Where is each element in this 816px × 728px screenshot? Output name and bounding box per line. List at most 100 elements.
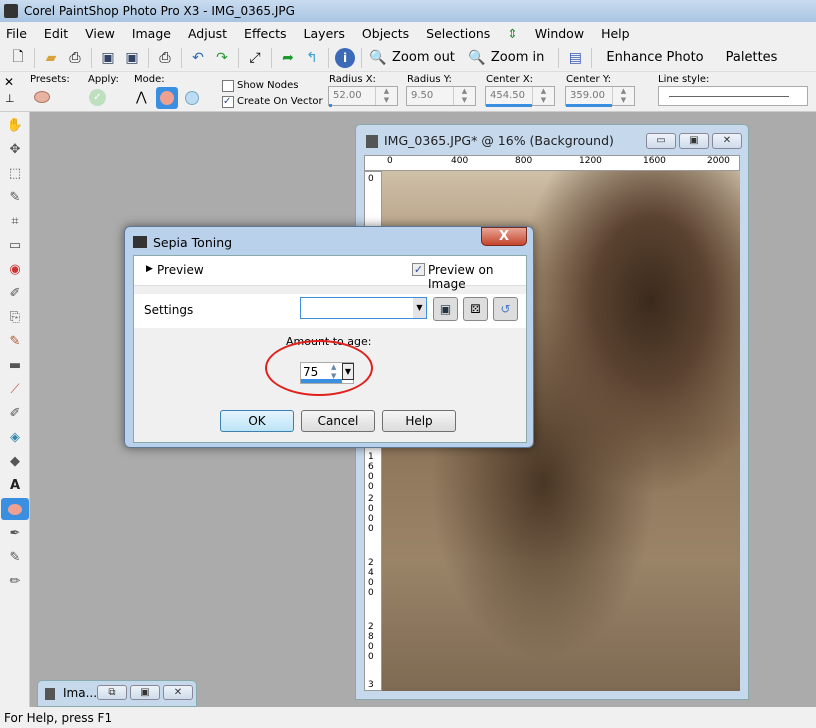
app-icon xyxy=(4,4,18,18)
scanner-icon[interactable]: ⎙ xyxy=(65,48,85,68)
arrow-back-icon[interactable]: ↰ xyxy=(302,48,322,68)
minimize-button[interactable]: ▭ xyxy=(646,133,676,149)
menu-file[interactable]: File xyxy=(6,26,27,41)
selection-icon[interactable]: ⬚ xyxy=(4,162,26,184)
dialog-icon xyxy=(133,236,147,248)
print-icon[interactable]: ⎙ xyxy=(155,48,175,68)
maximize-button[interactable]: ▣ xyxy=(679,133,709,149)
line-style-dropdown[interactable] xyxy=(658,86,808,106)
spin-arrows-icon[interactable]: ▲ ▼ xyxy=(375,87,397,105)
pen-icon[interactable]: ✒ xyxy=(4,522,26,544)
paint-brush-icon[interactable]: ✎ xyxy=(4,330,26,352)
save-preset-button[interactable]: ▣ xyxy=(433,297,458,321)
divider xyxy=(181,47,182,68)
zoom-out-button[interactable]: Zoom out xyxy=(392,50,455,65)
close-options-icon[interactable]: ✕ xyxy=(4,75,14,89)
mode-ellipse-icon[interactable] xyxy=(156,87,178,109)
straighten-icon[interactable]: ▭ xyxy=(4,234,26,256)
chevron-down-icon[interactable]: ▼ xyxy=(413,298,426,318)
center-x-slider[interactable] xyxy=(486,104,532,107)
menu-layers[interactable]: Layers xyxy=(304,26,345,41)
dropper-icon[interactable]: ✎ xyxy=(4,186,26,208)
menu-adjust[interactable]: Adjust xyxy=(188,26,227,41)
preview-on-image-checkbox[interactable]: ✓ xyxy=(412,263,425,276)
info-icon[interactable]: i xyxy=(335,47,355,68)
center-x-input[interactable]: 454.50 ▲ ▼ xyxy=(485,86,555,107)
radius-x-input[interactable]: 52.00 ▲ ▼ xyxy=(328,86,398,107)
close-button[interactable]: ✕ xyxy=(712,133,742,149)
document-icon[interactable]: ▤ xyxy=(565,48,585,68)
zoom-in-icon[interactable]: 🔍 xyxy=(467,48,487,68)
menu-image[interactable]: Image xyxy=(132,26,171,41)
open-folder-icon[interactable]: ▰ xyxy=(41,48,61,68)
ellipse-tool-icon[interactable] xyxy=(1,498,29,520)
center-x-value: 454.50 xyxy=(490,90,525,101)
clone-icon[interactable]: ⎘ xyxy=(4,306,26,328)
center-y-label: Center Y: xyxy=(566,74,611,85)
save-icon[interactable]: ▣ xyxy=(98,48,118,68)
create-on-vector-checkbox[interactable]: ✓ xyxy=(222,96,234,108)
menu-effects[interactable]: Effects xyxy=(244,26,287,41)
minimized-image-window[interactable]: Ima... ⧉ ▣ ✕ xyxy=(37,680,197,707)
show-nodes-checkbox[interactable] xyxy=(222,80,234,92)
enhance-photo-menu[interactable]: Enhance Photo xyxy=(606,50,703,65)
pencil-icon[interactable]: ✏ xyxy=(4,570,26,592)
art-brush-icon[interactable]: ✎ xyxy=(4,546,26,568)
menu-objects[interactable]: Objects xyxy=(362,26,409,41)
zoom-out-icon[interactable]: 🔍 xyxy=(368,48,388,68)
close-button[interactable]: ✕ xyxy=(163,685,193,700)
red-eye-icon[interactable]: ◉ xyxy=(4,258,26,280)
spin-arrows-icon[interactable]: ▲ ▼ xyxy=(532,87,554,105)
move-icon[interactable]: ✥ xyxy=(4,138,26,160)
divider xyxy=(328,47,329,68)
new-file-icon[interactable]: 🗋 xyxy=(8,48,28,68)
pin-icon[interactable]: ⊥ xyxy=(5,92,15,105)
center-y-input[interactable]: 359.00 ▲ ▼ xyxy=(565,86,635,107)
preview-toggle[interactable]: Preview xyxy=(157,263,204,277)
maximize-button[interactable]: ▣ xyxy=(130,685,160,700)
reset-button[interactable]: ↺ xyxy=(493,297,518,321)
restore-button[interactable]: ⧉ xyxy=(97,685,127,700)
dodge-icon[interactable]: ⟋ xyxy=(4,378,26,400)
pan-hand-icon[interactable]: ✋ xyxy=(4,114,26,136)
apply-check-icon[interactable]: ✓ xyxy=(89,89,106,106)
show-nodes-label: Show Nodes xyxy=(237,80,299,91)
ok-button[interactable]: OK xyxy=(220,410,294,432)
tools-toolbar: ✋ ✥ ⬚ ✎ ⌗ ▭ ◉ ✐ ⎘ ✎ ▬ ⟋ ✐ ◈ ◆ A ✒ ✎ ✏ xyxy=(0,112,30,707)
randomize-button[interactable]: ⚄ xyxy=(463,297,488,321)
workspace-icon[interactable]: ⇕ xyxy=(507,26,517,41)
menu-window[interactable]: Window xyxy=(535,26,584,41)
undo-icon[interactable]: ↶ xyxy=(188,48,208,68)
mode-circle-icon[interactable] xyxy=(185,91,199,105)
settings-dropdown[interactable]: ▼ xyxy=(300,297,427,319)
flood-fill-icon[interactable]: ◈ xyxy=(4,426,26,448)
makeover-icon[interactable]: ✐ xyxy=(4,282,26,304)
cancel-button[interactable]: Cancel xyxy=(301,410,375,432)
zoom-in-button[interactable]: Zoom in xyxy=(491,50,544,65)
spin-arrows-icon[interactable]: ▲ ▼ xyxy=(453,87,475,105)
eraser-icon[interactable]: ◆ xyxy=(4,450,26,472)
gradient-icon[interactable]: ▬ xyxy=(4,354,26,376)
menu-selections[interactable]: Selections xyxy=(426,26,490,41)
text-icon[interactable]: A xyxy=(4,474,26,496)
mode-vector-icon[interactable]: ⋀ xyxy=(136,90,147,105)
menu-help[interactable]: Help xyxy=(601,26,630,41)
smudge-icon[interactable]: ✐ xyxy=(4,402,26,424)
save-as-icon[interactable]: ▣ xyxy=(122,48,142,68)
arrow-forward-icon[interactable]: ➦ xyxy=(278,48,298,68)
menu-view[interactable]: View xyxy=(85,26,115,41)
redo-icon[interactable]: ↷ xyxy=(212,48,232,68)
radius-y-input[interactable]: 9.50 ▲ ▼ xyxy=(406,86,476,106)
crop-icon[interactable]: ⌗ xyxy=(4,210,26,232)
palettes-menu[interactable]: Palettes xyxy=(726,50,778,65)
ruler-label: 2000 xyxy=(707,156,730,166)
expand-arrow-icon[interactable]: ▶ xyxy=(146,264,153,274)
resize-icon[interactable]: ⤢ xyxy=(245,48,265,68)
spin-arrows-icon[interactable]: ▲ ▼ xyxy=(612,87,634,105)
center-y-slider[interactable] xyxy=(566,104,612,107)
preset-ellipse-icon[interactable] xyxy=(34,91,50,103)
dialog-close-button[interactable]: X xyxy=(481,227,527,246)
menu-edit[interactable]: Edit xyxy=(44,26,68,41)
help-button[interactable]: Help xyxy=(382,410,456,432)
radius-x-slider[interactable] xyxy=(329,104,332,107)
